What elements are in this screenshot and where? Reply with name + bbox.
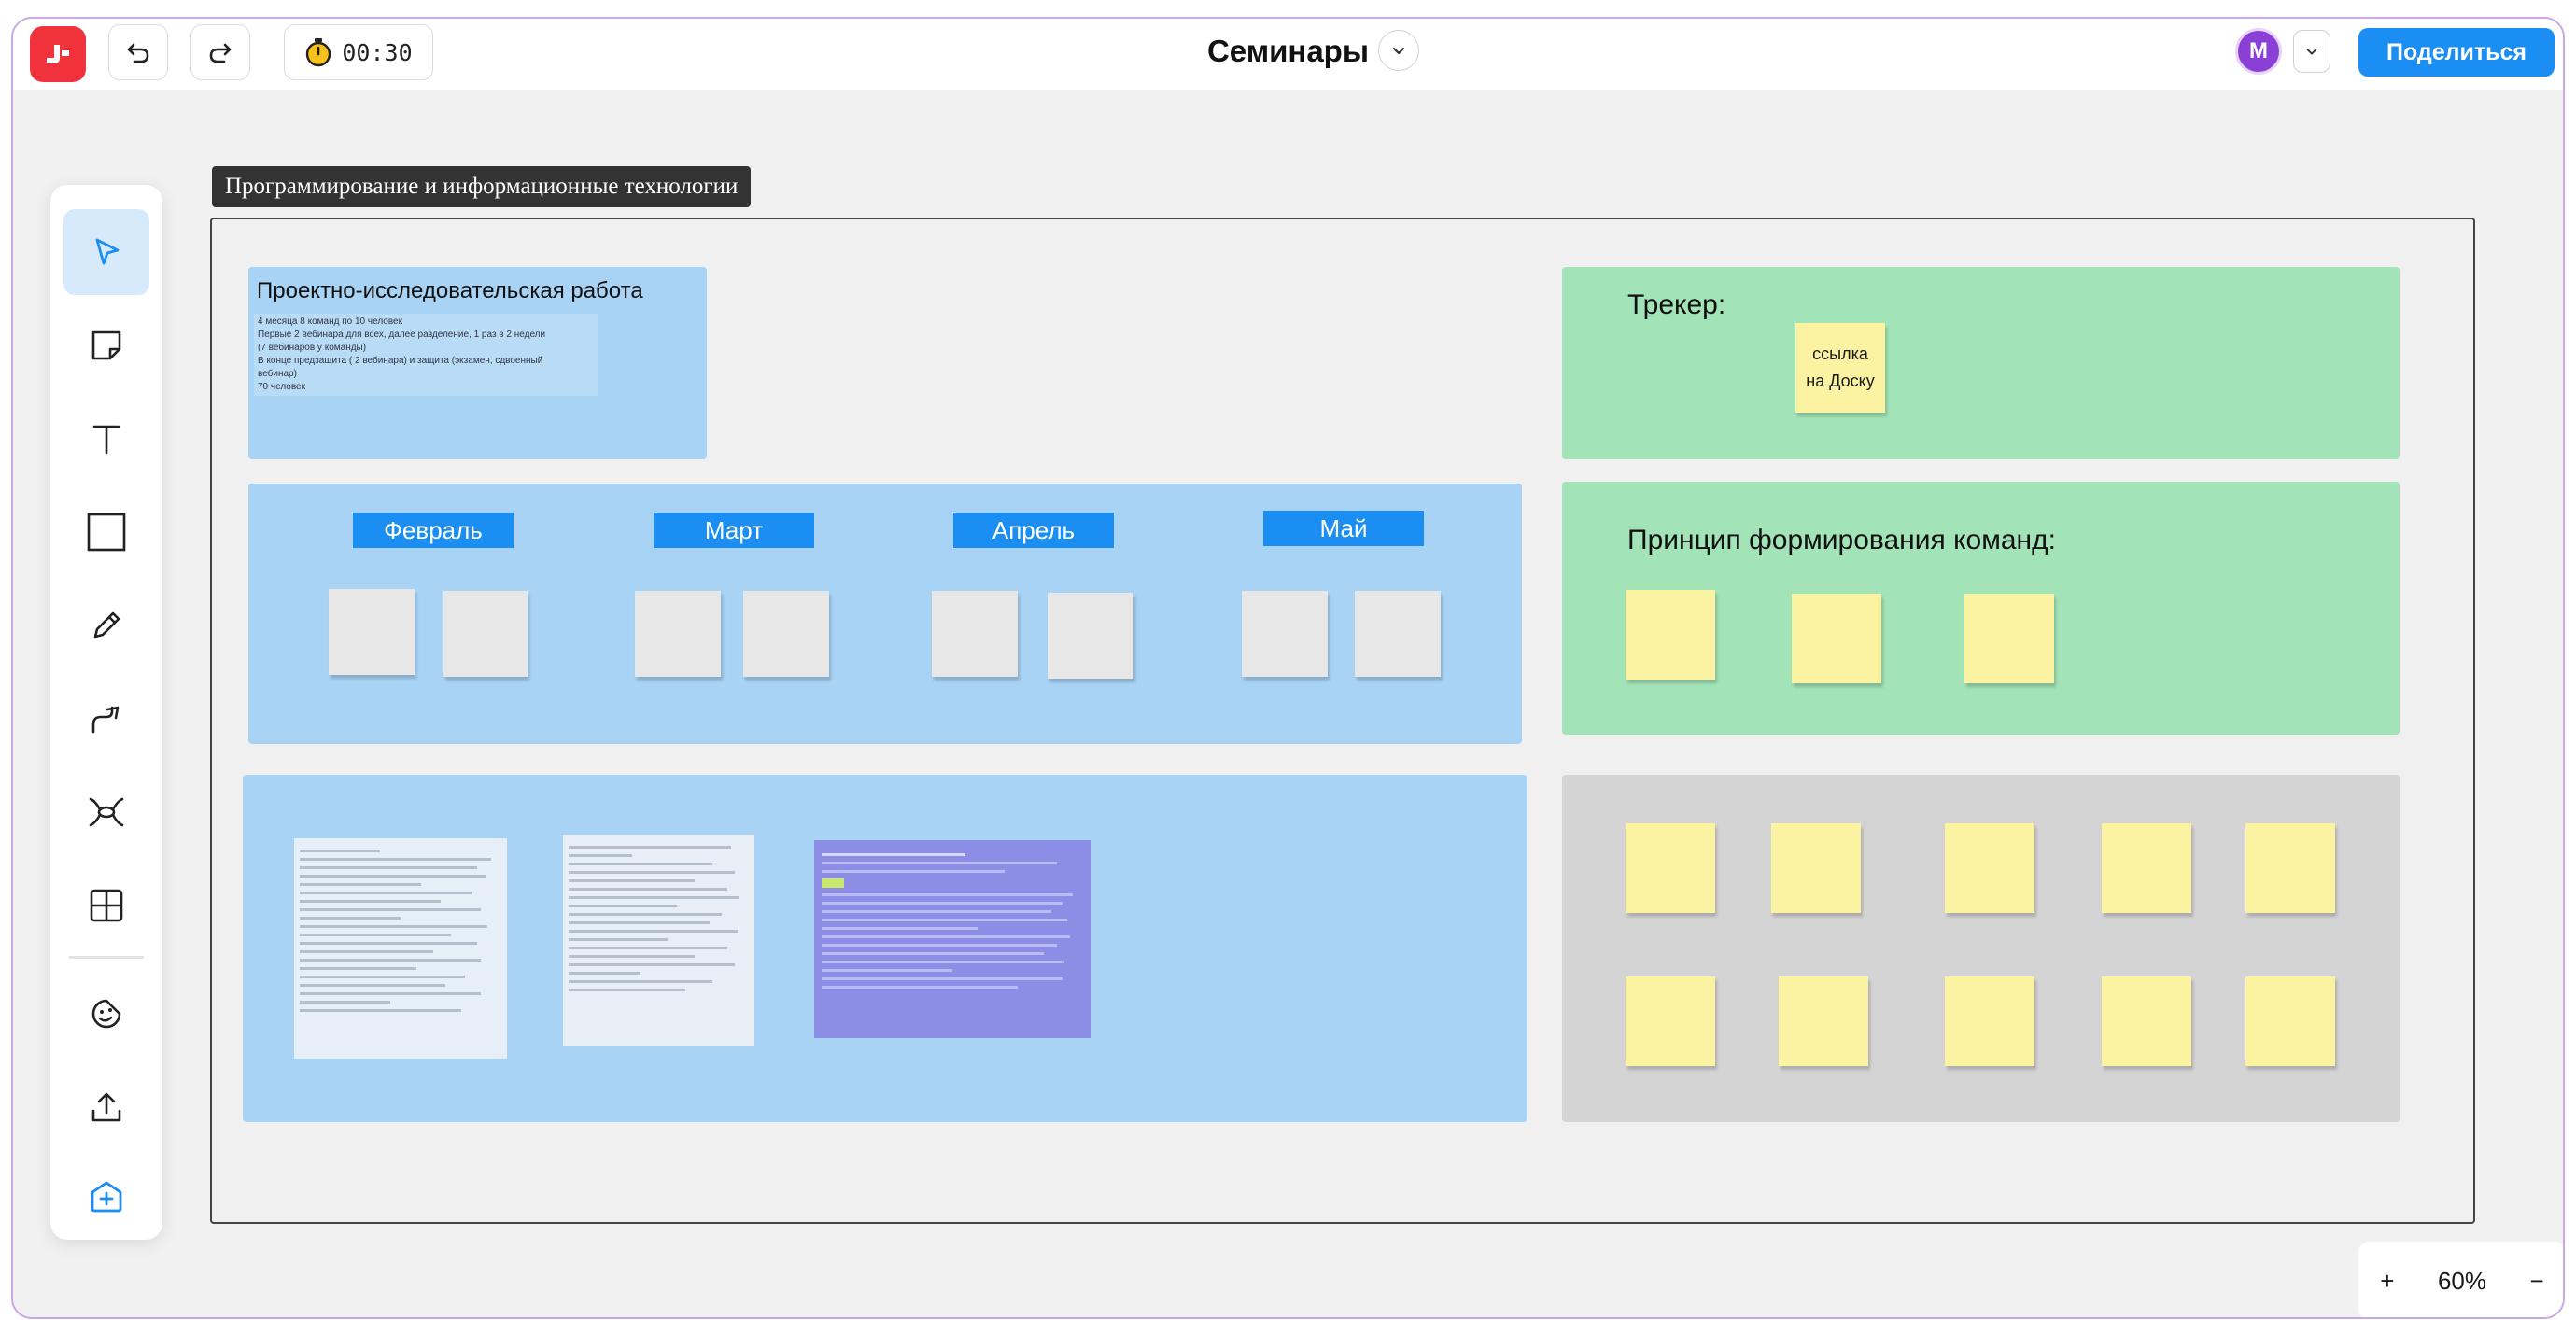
- sticky-note[interactable]: [1355, 591, 1441, 677]
- pen-tool[interactable]: [63, 583, 149, 668]
- stickers-tool[interactable]: [63, 971, 149, 1057]
- notes-panel[interactable]: [1562, 775, 2400, 1122]
- teams-title: Принцип формирования команд:: [1627, 525, 2056, 555]
- sticky-note[interactable]: [1771, 823, 1861, 913]
- add-template-icon: [91, 1181, 122, 1213]
- zoom-controls: + 60% −: [2358, 1242, 2563, 1317]
- redo-button[interactable]: [190, 24, 250, 80]
- sticky-note[interactable]: [1242, 591, 1328, 677]
- app-window: 00:30 Семинары M Поделиться Программиров…: [11, 17, 2565, 1319]
- connector-tool[interactable]: [63, 676, 149, 762]
- month-label-march[interactable]: Март: [654, 513, 814, 548]
- table-tool[interactable]: [63, 863, 149, 948]
- avatar[interactable]: M: [2235, 28, 2282, 75]
- sticky-note[interactable]: [1964, 594, 2054, 683]
- zoom-in-button[interactable]: +: [2380, 1267, 2394, 1296]
- sticky-note[interactable]: [1626, 976, 1715, 1066]
- board-title[interactable]: Семинары: [1207, 34, 1369, 69]
- sticky-note[interactable]: [932, 591, 1018, 677]
- timer-button[interactable]: 00:30: [284, 24, 433, 80]
- sticky-note-icon: [91, 330, 121, 360]
- tracker-panel[interactable]: Трекер: ссылка на Доску: [1562, 267, 2400, 459]
- frame-label[interactable]: Программирование и информационные технол…: [212, 166, 752, 207]
- sticky-note[interactable]: [1048, 593, 1133, 679]
- project-line: (7 вебинаров у команды): [258, 343, 367, 353]
- sticky-note[interactable]: [1792, 594, 1881, 683]
- chevron-down-icon: [1392, 47, 1405, 55]
- text-tool[interactable]: [63, 396, 149, 482]
- chevron-down-icon: [2306, 49, 2317, 55]
- tracker-link-sticky[interactable]: ссылка на Доску: [1795, 323, 1885, 413]
- project-line: В конце предзащита ( 2 вебинара) и защит…: [258, 356, 543, 366]
- document-thumbnail[interactable]: [563, 835, 754, 1046]
- documents-panel[interactable]: [243, 775, 1527, 1122]
- sticky-note[interactable]: [635, 591, 721, 677]
- sticker-face-icon: [91, 999, 121, 1029]
- board-menu-button[interactable]: [1378, 30, 1419, 71]
- connector-arrow-icon: [91, 706, 120, 734]
- mindmap-icon: [89, 797, 124, 827]
- tools-toolbar: [50, 185, 162, 1240]
- sticky-text: ссылка на Доску: [1806, 344, 1875, 390]
- month-label-february[interactable]: Февраль: [353, 513, 514, 548]
- zoom-out-button[interactable]: −: [2530, 1267, 2544, 1296]
- upload-icon: [91, 1092, 121, 1122]
- redo-icon: [209, 43, 232, 63]
- project-line: 70 человек: [258, 382, 305, 392]
- sticky-note[interactable]: [2245, 976, 2335, 1066]
- document-thumbnail[interactable]: [814, 840, 1091, 1038]
- app-logo[interactable]: [30, 26, 86, 82]
- pencil-icon: [93, 611, 120, 639]
- undo-button[interactable]: [108, 24, 168, 80]
- logo-icon: [47, 45, 69, 63]
- undo-icon: [127, 43, 149, 63]
- sticky-note[interactable]: [2102, 976, 2191, 1066]
- board-frame[interactable]: Проектно-исследовательская работа 4 меся…: [210, 218, 2475, 1224]
- sticky-note[interactable]: [1945, 823, 2034, 913]
- teams-panel[interactable]: Принцип формирования команд:: [1562, 482, 2400, 735]
- select-tool[interactable]: [63, 209, 149, 295]
- users-menu-button[interactable]: [2293, 30, 2330, 73]
- sticky-note[interactable]: [1626, 823, 1715, 913]
- timer-value: 00:30: [342, 38, 413, 66]
- project-title: Проектно-исследовательская работа: [257, 278, 643, 303]
- project-line: Первые 2 вебинара для всех, далее раздел…: [258, 330, 546, 340]
- templates-tool[interactable]: [63, 1154, 149, 1240]
- month-label-april[interactable]: Апрель: [953, 513, 1114, 548]
- sticky-note[interactable]: [443, 591, 528, 677]
- sticky-note[interactable]: [329, 589, 415, 675]
- months-panel[interactable]: Февраль Март Апрель Май: [248, 484, 1522, 744]
- sticky-note[interactable]: [2102, 823, 2191, 913]
- mindmap-tool[interactable]: [63, 769, 149, 855]
- shape-tool[interactable]: [63, 489, 149, 575]
- share-button[interactable]: Поделиться: [2358, 28, 2555, 77]
- rectangle-icon: [87, 513, 126, 552]
- project-line: 4 месяца 8 команд по 10 человек: [258, 316, 402, 327]
- zoom-level[interactable]: 60%: [2438, 1267, 2486, 1296]
- document-thumbnail[interactable]: [294, 838, 507, 1059]
- sticky-note[interactable]: [1945, 976, 2034, 1066]
- project-line: вебинар): [258, 369, 297, 379]
- table-icon: [90, 889, 123, 922]
- month-label-may[interactable]: Май: [1263, 511, 1424, 546]
- project-panel[interactable]: Проектно-исследовательская работа 4 меся…: [248, 267, 707, 459]
- text-icon: [92, 425, 120, 455]
- sticky-note[interactable]: [1626, 590, 1715, 680]
- sticky-note[interactable]: [2245, 823, 2335, 913]
- project-description[interactable]: 4 месяца 8 команд по 10 человек Первые 2…: [254, 314, 598, 396]
- stopwatch-icon: [306, 38, 331, 67]
- sticky-note[interactable]: [1779, 976, 1868, 1066]
- top-bar: 00:30 Семинары M Поделиться: [13, 19, 2563, 90]
- sticky-note-tool[interactable]: [63, 302, 149, 388]
- upload-tool[interactable]: [63, 1064, 149, 1150]
- toolbar-divider: [69, 956, 144, 959]
- sticky-note[interactable]: [743, 591, 829, 677]
- cursor-icon: [95, 238, 120, 265]
- tracker-title: Трекер:: [1627, 289, 1726, 320]
